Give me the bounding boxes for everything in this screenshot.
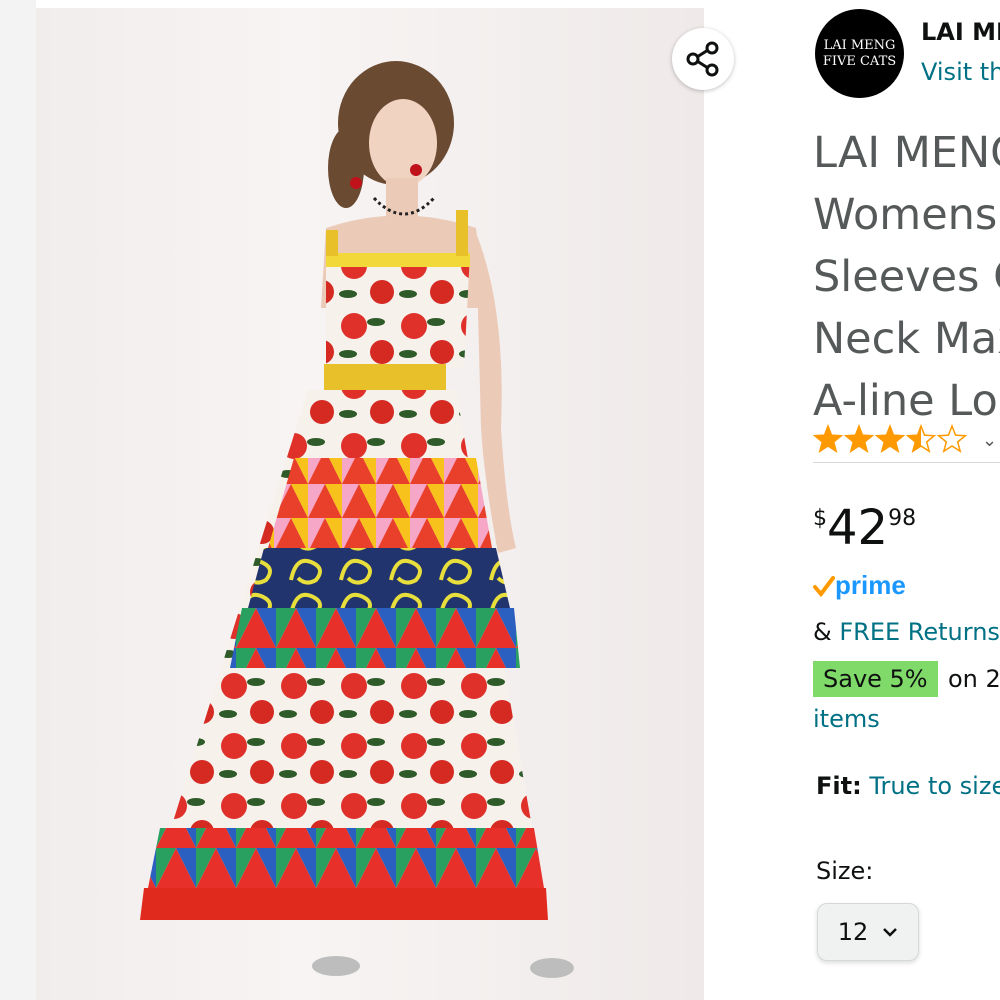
size-value: 12 (837, 918, 869, 946)
share-icon (686, 41, 719, 77)
divider (813, 462, 1000, 463)
price-whole: 42 (827, 500, 889, 556)
price: $4298 (813, 500, 916, 556)
share-button[interactable] (672, 28, 734, 90)
title-line: LAI MENG (813, 128, 1000, 178)
fit-label: Fit: (816, 772, 862, 800)
free-returns-link[interactable]: FREE Returns (839, 618, 1000, 646)
star-icon (843, 424, 875, 453)
size-dropdown[interactable]: 12 (817, 903, 919, 961)
save-badge: Save 5% (813, 661, 938, 697)
size-label: Size: (816, 857, 874, 885)
fit-value-link[interactable]: True to size (869, 772, 1000, 800)
save-text: on 2 (948, 665, 1000, 693)
title-line: A-line Lo (813, 376, 998, 426)
star-icon (905, 424, 937, 453)
stars-icon (813, 424, 968, 453)
items-link[interactable]: items (813, 705, 880, 733)
check-icon (813, 575, 835, 597)
left-gutter (0, 0, 36, 1000)
logo-line-1: LAI MENG (823, 37, 896, 53)
prime-badge: prime (813, 570, 906, 601)
star-rating[interactable] (813, 424, 973, 454)
star-icon (936, 424, 968, 453)
price-symbol: $ (813, 506, 827, 531)
brand-name[interactable]: LAI ME (921, 18, 1000, 46)
star-icon (874, 424, 906, 453)
title-line: Neck Max (813, 314, 1000, 364)
chevron-down-icon[interactable]: ⌄ (982, 430, 997, 451)
returns-line: & FREE Returns (813, 618, 1000, 646)
chevron-down-icon (883, 928, 898, 937)
fit-info: Fit: True to size (816, 772, 1000, 800)
product-image[interactable] (36, 8, 704, 1000)
returns-prefix: & (813, 618, 840, 646)
star-icon (813, 424, 844, 453)
title-line: Womens (813, 190, 998, 240)
logo-line-2: FIVE CATS (822, 53, 897, 69)
prime-label: prime (835, 570, 906, 600)
visit-store-link[interactable]: Visit th (921, 58, 1000, 86)
title-line: Sleeves C (813, 252, 1000, 302)
product-title: LAI MENG Womens Sleeves C Neck Max A-lin… (813, 122, 1000, 432)
price-fraction: 98 (888, 506, 917, 531)
dress-illustration (140, 61, 574, 978)
brand-logo[interactable]: LAI MENG FIVE CATS (815, 9, 904, 98)
